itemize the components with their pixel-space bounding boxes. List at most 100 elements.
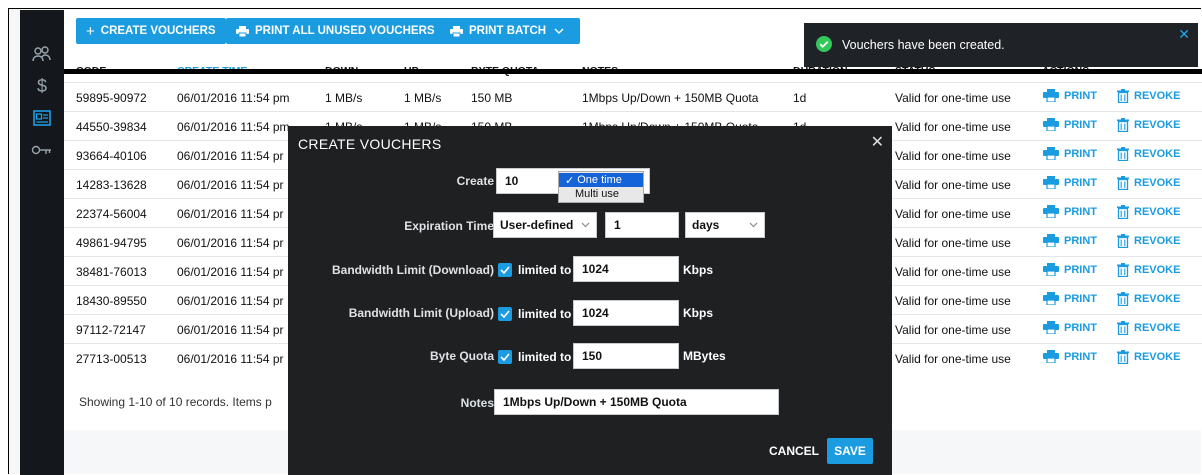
create-vouchers-button[interactable]: + CREATE VOUCHERS: [76, 18, 226, 44]
revoke-voucher-button[interactable]: REVOKE: [1117, 205, 1180, 219]
expiration-mode-select[interactable]: User-defined: [493, 212, 597, 238]
bw-download-check-label: limited to: [518, 263, 572, 277]
print-voucher-button[interactable]: PRINT: [1043, 147, 1097, 160]
trash-icon: [1117, 89, 1129, 103]
bw-download-input[interactable]: 1024: [573, 256, 679, 282]
expiration-unit-select[interactable]: days: [685, 212, 765, 238]
printer-icon: [1043, 263, 1059, 276]
cell-status: Valid for one-time use: [895, 149, 1011, 163]
expiration-label: Expiration Time: [404, 219, 494, 233]
trash-icon: [1117, 205, 1129, 219]
cell-code: 38481-76013: [76, 265, 147, 279]
users-icon[interactable]: [20, 40, 64, 68]
trash-icon: [1117, 292, 1129, 306]
dialog-title: CREATE VOUCHERS: [298, 136, 442, 152]
printer-icon: [236, 25, 249, 37]
notes-input[interactable]: 1Mbps Up/Down + 150MB Quota: [494, 389, 779, 415]
print-voucher-button[interactable]: PRINT: [1043, 292, 1097, 305]
cell-code: 93664-40106: [76, 149, 147, 163]
printer-icon: [1043, 292, 1059, 305]
cell-create-time: 06/01/2016 11:54 pm: [177, 91, 290, 105]
print-voucher-button[interactable]: PRINT: [1043, 263, 1097, 276]
trash-icon: [1117, 234, 1129, 248]
voucher-icon[interactable]: [20, 104, 64, 132]
table-row: 59895-90972 06/01/2016 11:54 pm 1 MB/s 1 MB…: [64, 82, 1202, 112]
revoke-voucher-button[interactable]: REVOKE: [1117, 234, 1180, 248]
notes-label: Notes: [460, 396, 494, 410]
revoke-voucher-button[interactable]: REVOKE: [1117, 292, 1180, 306]
print-batch-button[interactable]: PRINT BATCH: [440, 18, 581, 44]
cell-code: 22374-56004: [76, 207, 147, 221]
printer-icon: [1043, 234, 1059, 247]
byte-quota-input[interactable]: 150: [573, 343, 679, 369]
cell-status: Valid for one-time use: [895, 207, 1011, 221]
sidebar: $: [20, 10, 64, 475]
byte-quota-checkbox[interactable]: [498, 350, 512, 364]
revoke-voucher-button[interactable]: REVOKE: [1117, 263, 1180, 277]
bw-upload-check-label: limited to: [518, 307, 572, 321]
trash-icon: [1117, 350, 1129, 364]
toast-divider: [64, 69, 1202, 74]
print-voucher-button[interactable]: PRINT: [1043, 118, 1097, 131]
cell-create-time: 06/01/2016 11:54 pr: [177, 178, 284, 192]
revoke-voucher-button[interactable]: REVOKE: [1117, 89, 1180, 103]
printer-icon: [1043, 176, 1059, 189]
printer-icon: [1043, 321, 1059, 334]
bw-download-checkbox[interactable]: [498, 263, 512, 277]
revoke-voucher-button[interactable]: REVOKE: [1117, 321, 1180, 335]
voucher-type-select[interactable]: ✓ One time Multi use: [558, 171, 644, 203]
cell-create-time: 06/01/2016 11:54 pr: [177, 207, 284, 221]
save-button[interactable]: SAVE: [827, 438, 873, 464]
printer-icon: [1043, 205, 1059, 218]
printer-icon: [1043, 118, 1059, 131]
revoke-voucher-button[interactable]: REVOKE: [1117, 118, 1180, 132]
cell-code: 44550-39834: [76, 120, 147, 134]
key-icon[interactable]: [20, 136, 64, 164]
cell-code: 49861-94795: [76, 236, 147, 250]
toast-message: Vouchers have been created.: [842, 38, 1005, 52]
bw-upload-input[interactable]: 1024: [573, 300, 679, 326]
cell-notes: 1Mbps Up/Down + 150MB Quota: [582, 91, 759, 105]
option-one-time[interactable]: ✓ One time: [559, 173, 643, 187]
bw-upload-unit: Kbps: [683, 306, 713, 320]
cell-byte-quota: 150 MB: [471, 91, 513, 105]
cell-create-time: 06/01/2016 11:54 pr: [177, 236, 284, 250]
print-all-unused-button[interactable]: PRINT ALL UNUSED VOUCHERS: [226, 18, 445, 44]
revoke-voucher-button[interactable]: REVOKE: [1117, 350, 1180, 364]
print-voucher-button[interactable]: PRINT: [1043, 176, 1097, 189]
cell-code: 18430-89550: [76, 294, 147, 308]
expiration-value-input[interactable]: 1: [605, 212, 679, 238]
chevron-down-icon: [581, 222, 590, 228]
create-label: Create: [456, 174, 494, 188]
cell-status: Valid for one-time use: [895, 120, 1011, 134]
print-voucher-button[interactable]: PRINT: [1043, 89, 1097, 102]
print-voucher-button[interactable]: PRINT: [1043, 205, 1097, 218]
cell-up: 1 MB/s: [404, 91, 442, 105]
byte-quota-check-label: limited to: [518, 350, 572, 364]
trash-icon: [1117, 321, 1129, 335]
print-voucher-button[interactable]: PRINT: [1043, 321, 1097, 334]
chevron-down-icon: [554, 25, 570, 37]
cancel-button[interactable]: CANCEL: [769, 444, 819, 458]
byte-quota-unit: MBytes: [683, 349, 726, 363]
bw-download-unit: Kbps: [683, 263, 713, 277]
close-icon[interactable]: ✕: [1178, 26, 1190, 43]
chevron-down-icon: [749, 222, 758, 228]
printer-icon: [450, 25, 463, 37]
printer-icon: [1043, 89, 1059, 102]
bw-download-label: Bandwidth Limit (Download): [332, 263, 494, 277]
revoke-voucher-button[interactable]: REVOKE: [1117, 176, 1180, 190]
cell-status: Valid for one-time use: [895, 294, 1011, 308]
revoke-voucher-button[interactable]: REVOKE: [1117, 147, 1180, 161]
option-multi-use[interactable]: Multi use: [559, 187, 643, 201]
cell-create-time: 06/01/2016 11:54 pr: [177, 352, 284, 366]
dollar-icon[interactable]: $: [20, 72, 64, 100]
bw-upload-checkbox[interactable]: [498, 307, 512, 321]
cell-status: Valid for one-time use: [895, 352, 1011, 366]
trash-icon: [1117, 118, 1129, 132]
print-voucher-button[interactable]: PRINT: [1043, 234, 1097, 247]
close-icon[interactable]: ✕: [871, 132, 884, 152]
cell-code: 59895-90972: [76, 91, 147, 105]
print-voucher-button[interactable]: PRINT: [1043, 350, 1097, 363]
cell-status: Valid for one-time use: [895, 323, 1011, 337]
